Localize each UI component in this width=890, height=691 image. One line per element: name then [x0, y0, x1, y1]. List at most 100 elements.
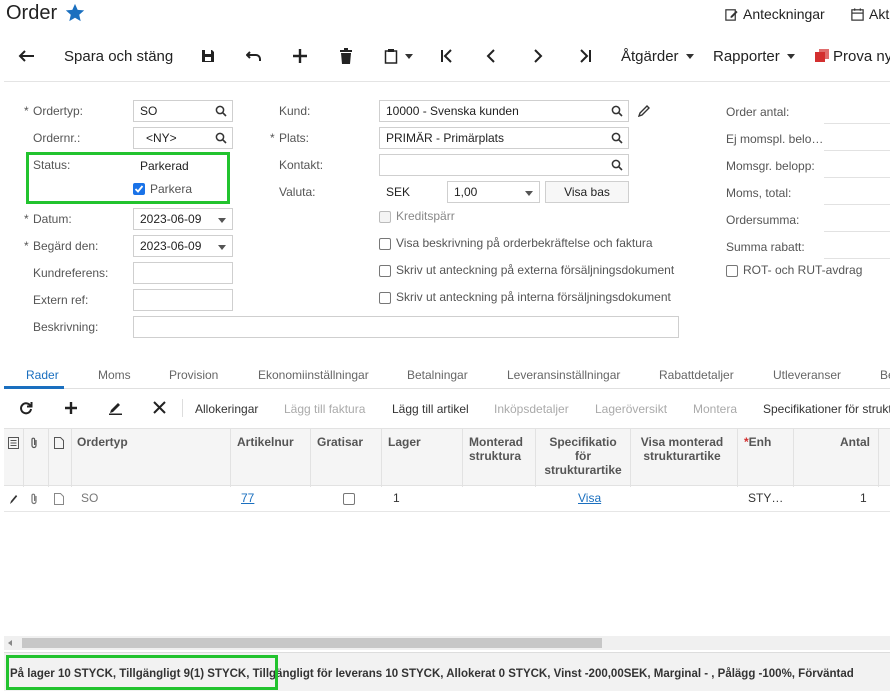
tab-shipments[interactable]: Utleveranser — [773, 368, 841, 382]
pencil-icon[interactable] — [8, 493, 18, 505]
refresh-icon[interactable] — [19, 401, 33, 415]
back-button[interactable] — [18, 49, 36, 63]
column-header-assembled[interactable]: Monterad struktura — [469, 435, 523, 463]
description-input[interactable] — [133, 316, 679, 338]
search-icon[interactable] — [611, 159, 623, 171]
show-base-button[interactable]: Visa bas — [545, 181, 629, 203]
search-icon[interactable] — [611, 132, 623, 144]
location-input[interactable]: PRIMÄR - Primärplats — [379, 127, 629, 149]
try-new-button[interactable]: Prova ny — [815, 48, 890, 65]
print-internal-checkbox[interactable] — [379, 292, 391, 304]
divider — [824, 150, 890, 151]
add-invoice-button[interactable]: Lägg till faktura — [284, 402, 365, 416]
first-page-icon — [441, 49, 452, 63]
tab-payments[interactable]: Betalningar — [407, 368, 468, 382]
clipboard-menu-button[interactable] — [384, 48, 413, 64]
customer-ref-input[interactable] — [133, 262, 233, 284]
column-header-item[interactable]: Artikelnur — [237, 435, 301, 449]
add-item-button[interactable]: Lägg till artikel — [392, 402, 469, 416]
chevron-down-icon[interactable] — [218, 218, 226, 223]
currency-rate-select[interactable]: 1,00 — [447, 181, 540, 203]
plus-icon — [293, 49, 307, 63]
column-header-unit[interactable]: *Enh — [744, 435, 771, 449]
column-divider — [310, 429, 311, 487]
tab-lines[interactable]: Rader — [26, 368, 59, 382]
cell-warehouse: 1 — [393, 491, 400, 505]
paperclip-icon[interactable] — [29, 437, 39, 449]
search-icon[interactable] — [215, 132, 227, 144]
purchase-details-button[interactable]: Inköpsdetaljer — [494, 402, 569, 416]
close-icon[interactable] — [153, 401, 166, 414]
pencil-icon[interactable] — [638, 104, 651, 117]
requested-date-input[interactable]: 2023-06-09 — [133, 235, 233, 257]
plus-icon[interactable] — [64, 401, 78, 415]
column-header-free[interactable]: Gratisar — [317, 435, 363, 449]
next-record-button[interactable] — [533, 49, 543, 63]
column-header-qty[interactable]: Antal — [840, 435, 870, 449]
favorite-star-icon[interactable] — [64, 2, 86, 24]
cell-spec-link[interactable]: Visa — [578, 491, 601, 505]
paperclip-icon[interactable] — [29, 493, 39, 505]
tab-commission[interactable]: Provision — [169, 368, 218, 382]
first-record-button[interactable] — [440, 49, 454, 63]
contact-input[interactable] — [379, 154, 629, 176]
add-button[interactable] — [292, 48, 308, 64]
highlight-stock-box — [6, 655, 278, 690]
taxable-label: Momsgr. belopp: — [726, 159, 815, 173]
page-title: Order — [6, 2, 58, 24]
activities-button[interactable]: Akt — [850, 6, 889, 22]
tab-shipping-settings[interactable]: Leveransinställningar — [507, 368, 620, 382]
description-label: Beskrivning: — [33, 320, 99, 334]
currency-value[interactable]: SEK — [386, 185, 410, 199]
structure-specs-button[interactable]: Specifikationer för strukt — [763, 402, 890, 416]
free-item-checkbox[interactable] — [343, 493, 355, 505]
external-ref-label: Extern ref: — [33, 293, 89, 307]
ordernr-input[interactable]: <NY> — [133, 127, 233, 149]
grid-header: Ordertyp Artikelnur Gratisar Lager Monte… — [4, 428, 890, 487]
cell-qty: 1 — [860, 491, 867, 505]
notes-button[interactable]: Anteckningar — [724, 6, 825, 22]
rot-rut-checkbox[interactable] — [726, 265, 738, 277]
previous-record-button[interactable] — [486, 49, 496, 63]
table-row[interactable]: SO 77 1 Visa STY… 1 — [4, 486, 890, 512]
assemble-button[interactable]: Montera — [693, 402, 737, 416]
column-header-ordertype[interactable]: Ordertyp — [77, 435, 128, 449]
ordertype-input[interactable]: SO — [133, 100, 233, 122]
search-icon[interactable] — [215, 105, 227, 117]
chevron-down-icon — [405, 53, 413, 59]
edit-icon[interactable] — [108, 401, 123, 415]
credit-hold-checkbox[interactable] — [379, 211, 391, 223]
date-input[interactable]: 2023-06-09 — [133, 208, 233, 230]
chevron-down-icon[interactable] — [218, 245, 226, 250]
notes-column-icon[interactable] — [8, 437, 19, 449]
actions-menu[interactable]: Åtgärder — [621, 48, 694, 65]
reports-menu[interactable]: Rapporter — [713, 48, 795, 65]
stock-overview-button[interactable]: Lageröversikt — [595, 402, 667, 416]
undo-button[interactable] — [246, 49, 262, 63]
order-qty-label: Order antal: — [726, 105, 790, 119]
save-close-button[interactable]: Spara och stäng — [64, 48, 173, 65]
tab-discount-details[interactable]: Rabattdetaljer — [659, 368, 734, 382]
print-external-checkbox[interactable] — [379, 265, 391, 277]
column-header-spec[interactable]: Specifikatio för strukturartike — [542, 435, 624, 477]
save-button[interactable] — [200, 48, 216, 64]
tab-tax[interactable]: Moms — [98, 368, 131, 382]
external-ref-input[interactable] — [133, 289, 233, 311]
column-divider — [23, 429, 24, 487]
show-description-checkbox[interactable] — [379, 238, 391, 250]
tab-financial-settings[interactable]: Ekonomiinställningar — [258, 368, 369, 382]
cell-item-link[interactable]: 77 — [241, 491, 254, 505]
search-icon[interactable] — [611, 105, 623, 117]
delete-button[interactable] — [339, 48, 353, 64]
calendar-icon — [851, 7, 864, 21]
document-icon[interactable] — [54, 493, 64, 505]
tab-more[interactable]: Be — [880, 368, 890, 382]
column-header-warehouse[interactable]: Lager — [388, 435, 421, 449]
customer-input[interactable]: 10000 - Svenska kunden — [379, 100, 629, 122]
allocations-button[interactable]: Allokeringar — [195, 402, 258, 416]
scrollbar-thumb[interactable] — [22, 638, 602, 648]
scroll-left-icon[interactable] — [8, 640, 12, 646]
column-header-show-assembled[interactable]: Visa monterad strukturartike — [637, 435, 727, 463]
last-record-button[interactable] — [578, 49, 592, 63]
document-icon[interactable] — [54, 437, 64, 449]
